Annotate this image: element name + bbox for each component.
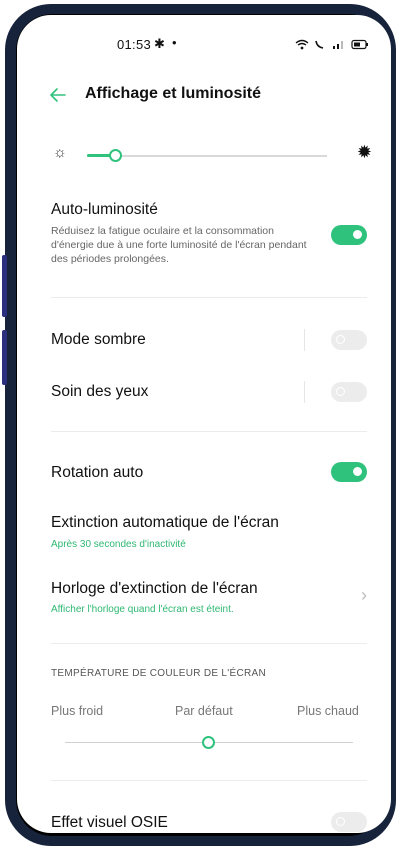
auto-rotate-toggle[interactable] — [331, 462, 367, 482]
divider — [51, 297, 367, 298]
screen-timeout-title: Extinction automatique de l'écran — [51, 514, 279, 531]
brightness-track[interactable] — [87, 155, 327, 157]
status-time: 01:53 — [117, 37, 152, 52]
color-temp-header: TEMPÉRATURE DE COULEUR DE L'ÉCRAN — [51, 668, 266, 679]
color-temp-cooler-label: Plus froid — [51, 704, 104, 718]
osie-title: Effet visuel OSIE — [51, 814, 168, 831]
power-button — [2, 330, 7, 385]
auto-rotate-title: Rotation auto — [51, 464, 144, 481]
screen: 01:53 ✱ • Affichage et luminosité ☼ ✹ Au… — [17, 15, 391, 833]
eye-care-title: Soin des yeux — [51, 383, 149, 400]
screen-timeout-value: Après 30 secondes d'inactivité — [51, 539, 186, 550]
sun-high-icon: ✹ — [356, 142, 372, 162]
dark-mode-title: Mode sombre — [51, 331, 146, 348]
volume-button — [2, 255, 7, 317]
color-temp-thumb[interactable] — [202, 736, 215, 749]
notification-dot: • — [172, 35, 177, 50]
divider — [51, 643, 367, 644]
eye-care-toggle[interactable] — [331, 382, 367, 402]
screen-off-clock-title: Horloge d'extinction de l'écran — [51, 580, 258, 597]
divider — [51, 431, 367, 432]
color-temp-default-label: Par défaut — [175, 704, 233, 718]
separator — [304, 329, 305, 351]
auto-brightness-title: Auto-luminosité — [51, 201, 158, 218]
screen-off-clock-value: Afficher l'horloge quand l'écran est éte… — [51, 604, 234, 615]
divider — [51, 780, 367, 781]
call-icon — [315, 41, 324, 50]
battery-icon — [351, 40, 368, 50]
dark-mode-toggle[interactable] — [331, 330, 367, 350]
page-title: Affichage et luminosité — [85, 85, 262, 102]
signal-icon — [332, 41, 343, 50]
brightness-thumb[interactable] — [109, 149, 122, 162]
status-indicators — [295, 37, 369, 51]
sun-low-icon: ☼ — [53, 144, 67, 161]
osie-toggle[interactable] — [331, 812, 367, 832]
gear-icon: ✱ — [154, 36, 165, 51]
page-header: Affichage et luminosité — [17, 82, 391, 112]
wifi-icon — [295, 40, 309, 50]
status-bar: 01:53 ✱ • — [17, 35, 391, 57]
back-arrow-icon[interactable] — [47, 84, 69, 106]
auto-brightness-description: Réduisez la fatigue oculaire et la conso… — [51, 225, 307, 265]
chevron-right-icon: › — [361, 585, 367, 605]
color-temp-warmer-label: Plus chaud — [297, 704, 359, 718]
auto-brightness-toggle[interactable] — [331, 225, 367, 245]
brightness-slider[interactable]: ☼ ✹ — [17, 142, 391, 168]
separator — [304, 381, 305, 403]
